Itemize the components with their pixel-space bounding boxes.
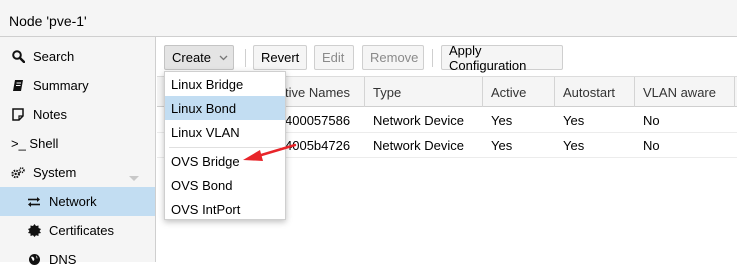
chevron-down-icon[interactable] bbox=[129, 170, 139, 185]
sidebar-item-search[interactable]: Search bbox=[0, 42, 155, 71]
cell-vlan-aware: No bbox=[643, 137, 660, 153]
menu-item-ovs-bridge[interactable]: OVS Bridge bbox=[165, 149, 285, 173]
apply-label: Apply Configuration bbox=[449, 42, 527, 73]
certificate-icon bbox=[27, 224, 41, 238]
apply-configuration-button[interactable]: Apply Configuration bbox=[441, 42, 563, 73]
cell-autostart: Yes bbox=[563, 137, 585, 153]
cell-type: Network Device bbox=[373, 112, 465, 128]
revert-button[interactable]: Revert bbox=[253, 45, 307, 70]
cell-autostart: Yes bbox=[563, 112, 585, 128]
edit-button[interactable]: Edit bbox=[314, 45, 354, 70]
remove-button[interactable]: Remove bbox=[362, 45, 424, 70]
cell-names: 400057586 bbox=[285, 112, 351, 128]
menu-item-ovs-intport[interactable]: OVS IntPort bbox=[165, 197, 285, 221]
create-button[interactable]: Create bbox=[164, 45, 234, 70]
book-icon bbox=[11, 79, 25, 93]
sidebar-item-shell[interactable]: >_ Shell bbox=[0, 129, 155, 158]
sidebar-item-certificates[interactable]: Certificates bbox=[0, 216, 155, 245]
sidebar-item-dns[interactable]: DNS bbox=[0, 245, 155, 274]
column-header-vlan-aware[interactable]: VLAN aware bbox=[635, 77, 735, 107]
create-menu: Linux Bridge Linux Bond Linux VLAN OVS B… bbox=[164, 71, 286, 220]
gears-icon bbox=[11, 166, 25, 180]
sidebar-item-label: System bbox=[33, 165, 77, 180]
sidebar: Search Summary Notes >_ Shell System Net… bbox=[0, 37, 156, 267]
cell-type: Network Device bbox=[373, 137, 465, 153]
remove-label: Remove bbox=[370, 50, 419, 65]
column-header-autostart[interactable]: Autostart bbox=[555, 77, 635, 107]
column-header-names[interactable]: tive Names bbox=[277, 77, 365, 107]
column-header-type[interactable]: Type bbox=[365, 77, 483, 107]
sidebar-item-notes[interactable]: Notes bbox=[0, 100, 155, 129]
sidebar-item-summary[interactable]: Summary bbox=[0, 71, 155, 100]
notes-icon bbox=[11, 108, 25, 122]
toolbar-separator bbox=[245, 49, 246, 67]
column-header-active[interactable]: Active bbox=[483, 77, 555, 107]
search-icon bbox=[11, 50, 25, 64]
menu-item-linux-bridge[interactable]: Linux Bridge bbox=[165, 72, 285, 96]
revert-label: Revert bbox=[261, 50, 300, 65]
cell-vlan-aware: No bbox=[643, 112, 660, 128]
sidebar-item-network[interactable]: Network bbox=[0, 187, 155, 216]
menu-item-linux-vlan[interactable]: Linux VLAN bbox=[165, 120, 285, 144]
sidebar-item-label: Summary bbox=[33, 78, 89, 93]
create-label: Create bbox=[172, 50, 212, 65]
sidebar-item-system[interactable]: System bbox=[0, 158, 155, 187]
sidebar-item-label: Search bbox=[33, 49, 75, 64]
edit-label: Edit bbox=[322, 50, 345, 65]
sidebar-item-label: Network bbox=[49, 194, 97, 209]
exchange-icon bbox=[27, 195, 41, 209]
sidebar-item-label: Notes bbox=[33, 107, 67, 122]
globe-icon bbox=[27, 253, 41, 267]
menu-item-linux-bond[interactable]: Linux Bond bbox=[165, 96, 285, 120]
sidebar-item-label: Certificates bbox=[49, 223, 115, 238]
page-title: Node 'pve-1' bbox=[9, 13, 87, 29]
cell-names: 4005b4726 bbox=[285, 137, 351, 153]
cell-active: Yes bbox=[491, 137, 513, 153]
toolbar-separator bbox=[432, 49, 433, 67]
menu-item-ovs-bond[interactable]: OVS Bond bbox=[165, 173, 285, 197]
cell-active: Yes bbox=[491, 112, 513, 128]
chevron-down-icon bbox=[219, 55, 228, 61]
sidebar-item-label: >_ Shell bbox=[11, 136, 59, 151]
menu-separator bbox=[169, 147, 281, 148]
sidebar-item-label: DNS bbox=[49, 252, 77, 267]
node-header: Node 'pve-1' bbox=[0, 0, 737, 37]
